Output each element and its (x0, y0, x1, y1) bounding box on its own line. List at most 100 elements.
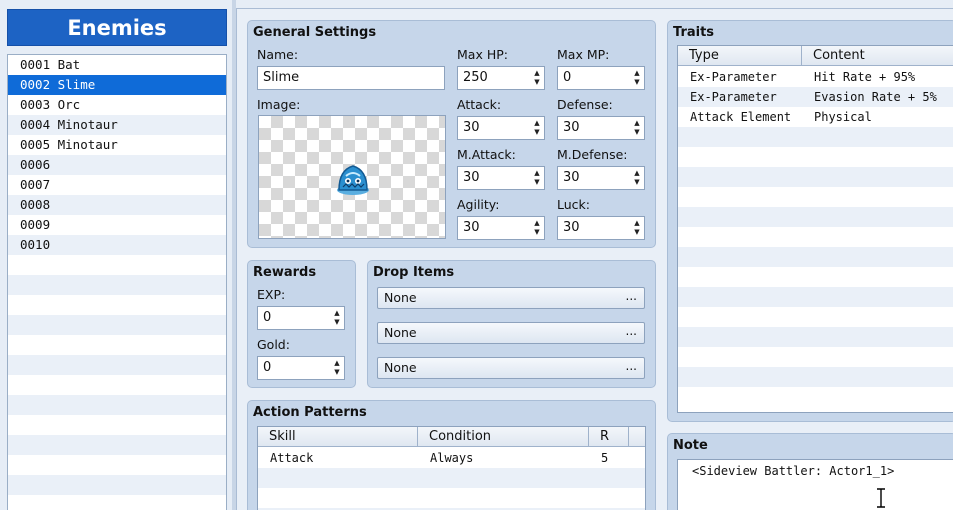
luck-spinner[interactable]: 30 ▲ ▼ (557, 216, 645, 240)
ellipsis-icon: ... (625, 289, 637, 303)
max-mp-spinner[interactable]: 0 ▲ ▼ (557, 66, 645, 90)
exp-spinner[interactable]: 0 ▲ ▼ (257, 306, 345, 330)
empty-row[interactable] (8, 275, 226, 295)
text-cursor-icon (877, 488, 885, 508)
spinner-arrows-icon[interactable]: ▲ ▼ (530, 117, 544, 139)
table-row[interactable] (678, 167, 953, 187)
traits-title: Traits (673, 25, 715, 40)
column-header-r[interactable]: R (589, 427, 629, 447)
table-row[interactable] (678, 387, 953, 407)
spinner-arrows-icon[interactable]: ▲ ▼ (330, 307, 344, 329)
empty-row[interactable] (8, 355, 226, 375)
m-defense-value: 30 (563, 170, 580, 185)
table-row[interactable] (678, 347, 953, 367)
table-row[interactable] (678, 207, 953, 227)
table-row[interactable] (678, 267, 953, 287)
attack-value: 30 (463, 120, 480, 135)
table-row[interactable] (678, 327, 953, 347)
table-header: Type Content (678, 46, 953, 66)
luck-label: Luck: (557, 197, 590, 212)
name-input[interactable]: Slime (257, 66, 445, 90)
empty-row[interactable] (8, 315, 226, 335)
column-header-content[interactable]: Content (802, 46, 953, 66)
agility-spinner[interactable]: 30 ▲ ▼ (457, 216, 545, 240)
empty-row[interactable] (8, 255, 226, 275)
table-row[interactable] (678, 187, 953, 207)
drop-item-1-label: None (384, 290, 417, 305)
drop-item-3-button[interactable]: None... (377, 357, 645, 379)
empty-row[interactable] (8, 435, 226, 455)
table-row[interactable] (678, 247, 953, 267)
empty-row[interactable] (8, 455, 226, 475)
action-patterns-table[interactable]: Skill Condition R Attack Always 5 (257, 426, 646, 510)
ellipsis-icon: ... (625, 359, 637, 373)
table-row[interactable] (258, 468, 645, 488)
table-row[interactable]: Ex-Parameter Hit Rate + 95% (678, 67, 953, 87)
trait-content: Physical (814, 110, 872, 124)
general-settings-title: General Settings (253, 25, 377, 40)
column-header-skill[interactable]: Skill (258, 427, 418, 447)
list-item[interactable]: 0001 Bat (8, 55, 226, 75)
trait-content: Hit Rate + 95% (814, 70, 916, 84)
max-hp-spinner[interactable]: 250 ▲ ▼ (457, 66, 545, 90)
traits-table[interactable]: Type Content Ex-Parameter Hit Rate + 95%… (677, 45, 953, 413)
table-row[interactable] (678, 127, 953, 147)
max-mp-value: 0 (563, 70, 572, 85)
list-item[interactable]: 0008 (8, 195, 226, 215)
attack-spinner[interactable]: 30 ▲ ▼ (457, 116, 545, 140)
spinner-arrows-icon[interactable]: ▲ ▼ (630, 117, 644, 139)
action-condition: Always (430, 451, 474, 465)
table-row[interactable] (678, 287, 953, 307)
gold-spinner[interactable]: 0 ▲ ▼ (257, 356, 345, 380)
list-item[interactable]: 0007 (8, 175, 226, 195)
empty-row[interactable] (8, 375, 226, 395)
slime-sprite-icon (337, 165, 369, 195)
empty-row[interactable] (8, 415, 226, 435)
m-defense-spinner[interactable]: 30 ▲ ▼ (557, 166, 645, 190)
enemies-list-title: Enemies (7, 9, 227, 46)
m-attack-spinner[interactable]: 30 ▲ ▼ (457, 166, 545, 190)
action-patterns-title: Action Patterns (253, 405, 367, 420)
table-row[interactable] (258, 488, 645, 508)
table-row[interactable] (678, 147, 953, 167)
table-row[interactable]: Attack Always 5 (258, 448, 645, 468)
list-item[interactable]: 0002 Slime (8, 75, 226, 95)
name-label: Name: (257, 47, 299, 62)
table-row[interactable]: Attack Element Physical (678, 107, 953, 127)
drop-item-1-button[interactable]: None... (377, 287, 645, 309)
note-textarea[interactable]: <Sideview Battler: Actor1_1> (677, 459, 953, 510)
spinner-arrows-icon[interactable]: ▲ ▼ (530, 217, 544, 239)
list-item[interactable]: 0005 Minotaur (8, 135, 226, 155)
table-row[interactable]: Ex-Parameter Evasion Rate + 5% (678, 87, 953, 107)
enemies-list[interactable]: 0001 Bat 0002 Slime 0003 Orc 0004 Minota… (7, 54, 227, 510)
rewards-title: Rewards (253, 265, 317, 280)
empty-row[interactable] (8, 495, 226, 510)
trait-type: Ex-Parameter (690, 90, 777, 104)
max-hp-value: 250 (463, 70, 488, 85)
empty-row[interactable] (8, 395, 226, 415)
spinner-arrows-icon[interactable]: ▲ ▼ (530, 167, 544, 189)
column-header-condition[interactable]: Condition (418, 427, 589, 447)
table-row[interactable] (678, 367, 953, 387)
defense-label: Defense: (557, 97, 613, 112)
list-item[interactable]: 0006 (8, 155, 226, 175)
empty-row[interactable] (8, 295, 226, 315)
spinner-arrows-icon[interactable]: ▲ ▼ (630, 167, 644, 189)
spinner-arrows-icon[interactable]: ▲ ▼ (530, 67, 544, 89)
spinner-arrows-icon[interactable]: ▲ ▼ (630, 217, 644, 239)
column-header-type[interactable]: Type (678, 46, 802, 66)
defense-spinner[interactable]: 30 ▲ ▼ (557, 116, 645, 140)
empty-row[interactable] (8, 335, 226, 355)
spinner-arrows-icon[interactable]: ▲ ▼ (330, 357, 344, 379)
drop-item-2-button[interactable]: None... (377, 322, 645, 344)
spinner-arrows-icon[interactable]: ▲ ▼ (630, 67, 644, 89)
list-item[interactable]: 0010 (8, 235, 226, 255)
list-item[interactable]: 0003 Orc (8, 95, 226, 115)
action-skill: Attack (270, 451, 314, 465)
list-item[interactable]: 0004 Minotaur (8, 115, 226, 135)
table-row[interactable] (678, 307, 953, 327)
image-preview[interactable] (258, 115, 446, 239)
empty-row[interactable] (8, 475, 226, 495)
table-row[interactable] (678, 227, 953, 247)
list-item[interactable]: 0009 (8, 215, 226, 235)
